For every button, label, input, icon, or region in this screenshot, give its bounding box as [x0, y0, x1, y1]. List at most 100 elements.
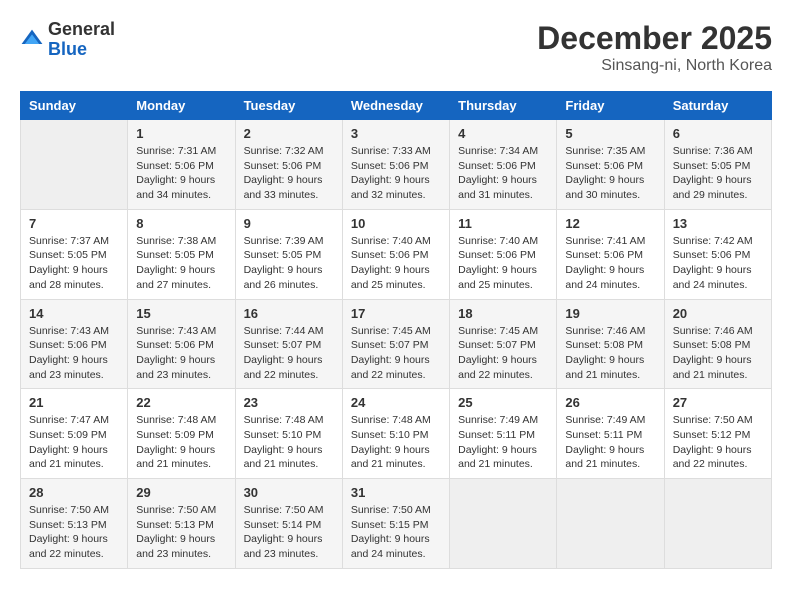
day-info: Sunrise: 7:50 AMSunset: 5:12 PMDaylight:…	[673, 413, 763, 472]
day-info: Sunrise: 7:31 AMSunset: 5:06 PMDaylight:…	[136, 144, 226, 203]
calendar-cell: 8Sunrise: 7:38 AMSunset: 5:05 PMDaylight…	[128, 209, 235, 299]
location: Sinsang-ni, North Korea	[537, 57, 772, 75]
day-number: 15	[136, 306, 226, 321]
calendar-cell: 4 Sunrise: 7:34 AMSunset: 5:06 PMDaylight…	[450, 120, 557, 210]
day-info: Sunrise: 7:37 AMSunset: 5:05 PMDaylight:…	[29, 234, 119, 293]
calendar-cell: 11Sunrise: 7:40 AMSunset: 5:06 PMDayligh…	[450, 209, 557, 299]
logo: General Blue	[20, 20, 115, 60]
day-number: 19	[565, 306, 655, 321]
calendar-week-row: 7Sunrise: 7:37 AMSunset: 5:05 PMDaylight…	[21, 209, 772, 299]
day-info: Sunrise: 7:50 AMSunset: 5:13 PMDaylight:…	[29, 503, 119, 562]
calendar-cell: 29 Sunrise: 7:50 AMSunset: 5:13 PMDayligh…	[128, 479, 235, 569]
day-number: 18	[458, 306, 548, 321]
title-block: December 2025 Sinsang-ni, North Korea	[537, 20, 772, 75]
logo-general: General	[48, 20, 115, 40]
weekday-header-thursday: Thursday	[450, 92, 557, 120]
day-info: Sunrise: 7:47 AMSunset: 5:09 PMDaylight:…	[29, 413, 119, 472]
calendar-cell: 24 Sunrise: 7:48 AMSunset: 5:10 PMDayligh…	[342, 389, 449, 479]
day-info: Sunrise: 7:50 AMSunset: 5:14 PMDaylight:…	[244, 503, 334, 562]
day-number: 3	[351, 126, 441, 141]
day-number: 28	[29, 485, 119, 500]
day-info: Sunrise: 7:40 AMSunset: 5:06 PMDaylight:…	[458, 234, 548, 293]
day-number: 29	[136, 485, 226, 500]
weekday-header-tuesday: Tuesday	[235, 92, 342, 120]
calendar-cell: 1 Sunrise: 7:31 AMSunset: 5:06 PMDaylight…	[128, 120, 235, 210]
calendar-cell: 21Sunrise: 7:47 AMSunset: 5:09 PMDayligh…	[21, 389, 128, 479]
calendar-cell	[450, 479, 557, 569]
day-info: Sunrise: 7:50 AMSunset: 5:15 PMDaylight:…	[351, 503, 441, 562]
day-info: Sunrise: 7:35 AMSunset: 5:06 PMDaylight:…	[565, 144, 655, 203]
logo-icon	[20, 28, 44, 52]
day-number: 9	[244, 216, 334, 231]
day-info: Sunrise: 7:40 AMSunset: 5:06 PMDaylight:…	[351, 234, 441, 293]
calendar-cell: 10 Sunrise: 7:40 AMSunset: 5:06 PMDayligh…	[342, 209, 449, 299]
calendar-cell: 30 Sunrise: 7:50 AMSunset: 5:14 PMDayligh…	[235, 479, 342, 569]
calendar-cell: 7Sunrise: 7:37 AMSunset: 5:05 PMDaylight…	[21, 209, 128, 299]
calendar-cell: 2Sunrise: 7:32 AMSunset: 5:06 PMDaylight…	[235, 120, 342, 210]
weekday-header-wednesday: Wednesday	[342, 92, 449, 120]
day-number: 1	[136, 126, 226, 141]
day-number: 5	[565, 126, 655, 141]
calendar-cell: 19 Sunrise: 7:46 AMSunset: 5:08 PMDayligh…	[557, 299, 664, 389]
calendar-cell: 23 Sunrise: 7:48 AMSunset: 5:10 PMDayligh…	[235, 389, 342, 479]
calendar-cell: 12 Sunrise: 7:41 AMSunset: 5:06 PMDayligh…	[557, 209, 664, 299]
calendar-cell: 20 Sunrise: 7:46 AMSunset: 5:08 PMDayligh…	[664, 299, 771, 389]
page-header: General Blue December 2025 Sinsang-ni, N…	[20, 20, 772, 75]
calendar-cell: 26Sunrise: 7:49 AMSunset: 5:11 PMDayligh…	[557, 389, 664, 479]
calendar-cell: 16 Sunrise: 7:44 AMSunset: 5:07 PMDayligh…	[235, 299, 342, 389]
calendar-table: SundayMondayTuesdayWednesdayThursdayFrid…	[20, 91, 772, 569]
day-info: Sunrise: 7:36 AMSunset: 5:05 PMDaylight:…	[673, 144, 763, 203]
calendar-cell: 17 Sunrise: 7:45 AMSunset: 5:07 PMDayligh…	[342, 299, 449, 389]
day-info: Sunrise: 7:49 AMSunset: 5:11 PMDaylight:…	[565, 413, 655, 472]
day-info: Sunrise: 7:49 AMSunset: 5:11 PMDaylight:…	[458, 413, 548, 472]
day-number: 4	[458, 126, 548, 141]
calendar-cell: 27 Sunrise: 7:50 AMSunset: 5:12 PMDayligh…	[664, 389, 771, 479]
calendar-week-row: 14Sunrise: 7:43 AMSunset: 5:06 PMDayligh…	[21, 299, 772, 389]
day-info: Sunrise: 7:50 AMSunset: 5:13 PMDaylight:…	[136, 503, 226, 562]
day-number: 17	[351, 306, 441, 321]
day-info: Sunrise: 7:38 AMSunset: 5:05 PMDaylight:…	[136, 234, 226, 293]
day-number: 12	[565, 216, 655, 231]
calendar-week-row: 28 Sunrise: 7:50 AMSunset: 5:13 PMDayligh…	[21, 479, 772, 569]
day-info: Sunrise: 7:45 AMSunset: 5:07 PMDaylight:…	[351, 324, 441, 383]
day-number: 23	[244, 395, 334, 410]
day-info: Sunrise: 7:44 AMSunset: 5:07 PMDaylight:…	[244, 324, 334, 383]
day-number: 27	[673, 395, 763, 410]
weekday-header-monday: Monday	[128, 92, 235, 120]
calendar-cell: 6Sunrise: 7:36 AMSunset: 5:05 PMDaylight…	[664, 120, 771, 210]
day-info: Sunrise: 7:33 AMSunset: 5:06 PMDaylight:…	[351, 144, 441, 203]
day-number: 14	[29, 306, 119, 321]
day-info: Sunrise: 7:46 AMSunset: 5:08 PMDaylight:…	[565, 324, 655, 383]
day-info: Sunrise: 7:46 AMSunset: 5:08 PMDaylight:…	[673, 324, 763, 383]
logo-blue: Blue	[48, 40, 115, 60]
day-number: 16	[244, 306, 334, 321]
weekday-header-row: SundayMondayTuesdayWednesdayThursdayFrid…	[21, 92, 772, 120]
calendar-cell: 22 Sunrise: 7:48 AMSunset: 5:09 PMDayligh…	[128, 389, 235, 479]
day-number: 24	[351, 395, 441, 410]
weekday-header-friday: Friday	[557, 92, 664, 120]
logo-text: General Blue	[48, 20, 115, 60]
calendar-cell: 3 Sunrise: 7:33 AMSunset: 5:06 PMDaylight…	[342, 120, 449, 210]
day-number: 30	[244, 485, 334, 500]
day-number: 31	[351, 485, 441, 500]
day-number: 22	[136, 395, 226, 410]
calendar-week-row: 21Sunrise: 7:47 AMSunset: 5:09 PMDayligh…	[21, 389, 772, 479]
day-info: Sunrise: 7:41 AMSunset: 5:06 PMDaylight:…	[565, 234, 655, 293]
day-number: 10	[351, 216, 441, 231]
day-number: 25	[458, 395, 548, 410]
day-info: Sunrise: 7:48 AMSunset: 5:09 PMDaylight:…	[136, 413, 226, 472]
calendar-week-row: 1 Sunrise: 7:31 AMSunset: 5:06 PMDaylight…	[21, 120, 772, 210]
calendar-cell	[557, 479, 664, 569]
calendar-cell: 25 Sunrise: 7:49 AMSunset: 5:11 PMDayligh…	[450, 389, 557, 479]
day-info: Sunrise: 7:48 AMSunset: 5:10 PMDaylight:…	[351, 413, 441, 472]
calendar-cell: 18 Sunrise: 7:45 AMSunset: 5:07 PMDayligh…	[450, 299, 557, 389]
calendar-cell: 9Sunrise: 7:39 AMSunset: 5:05 PMDaylight…	[235, 209, 342, 299]
weekday-header-saturday: Saturday	[664, 92, 771, 120]
day-number: 20	[673, 306, 763, 321]
month-title: December 2025	[537, 20, 772, 57]
calendar-cell: 13Sunrise: 7:42 AMSunset: 5:06 PMDayligh…	[664, 209, 771, 299]
calendar-cell	[664, 479, 771, 569]
day-info: Sunrise: 7:34 AMSunset: 5:06 PMDaylight:…	[458, 144, 548, 203]
day-info: Sunrise: 7:45 AMSunset: 5:07 PMDaylight:…	[458, 324, 548, 383]
day-info: Sunrise: 7:48 AMSunset: 5:10 PMDaylight:…	[244, 413, 334, 472]
